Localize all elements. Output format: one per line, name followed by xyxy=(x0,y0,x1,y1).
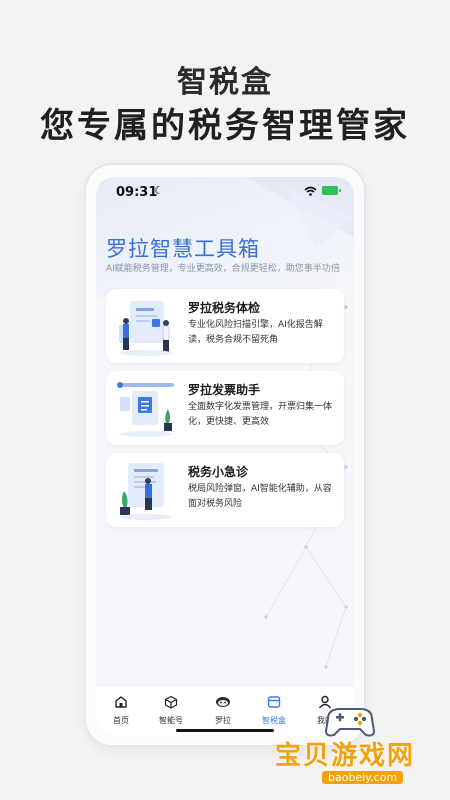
battery-icon xyxy=(322,186,341,195)
card-title: 罗拉税务体检 xyxy=(188,301,261,315)
cube-icon xyxy=(164,695,178,709)
tab-label: 智能号 xyxy=(159,716,183,725)
phone-mockup: 09:31 ☾ 罗拉智慧工具箱 AI赋能税务管理，专业更高效，合规更轻松，助您事… xyxy=(86,165,364,745)
watermark-url: baobeiy.com xyxy=(322,771,404,784)
card-tax-checkup[interactable]: 罗拉税务体检 专业化风险扫描引擎，AI化报告解读，税务合规不留死角 xyxy=(106,289,344,363)
home-icon xyxy=(115,696,127,708)
app-subtitle: AI赋能税务管理，专业更高效，合规更轻松，助您事半功倍 xyxy=(106,264,340,274)
tax-emergency-illustration-icon xyxy=(120,463,172,520)
tax-checkup-illustration-icon xyxy=(119,301,172,356)
tab-luola[interactable]: 罗拉 xyxy=(198,694,248,726)
status-time: 09:31 xyxy=(116,185,158,200)
tab-home[interactable]: 首页 xyxy=(96,694,146,726)
moon-icon: ☾ xyxy=(154,184,164,197)
invoice-illustration-icon xyxy=(117,382,174,437)
card-invoice-assistant[interactable]: 罗拉发票助手 全面数字化发票管理，开票归集一体化，更快捷、更高效 xyxy=(106,371,344,445)
tab-label: 首页 xyxy=(113,716,129,725)
watermark: 宝贝游戏网 baobeiy.com xyxy=(270,705,450,800)
tab-smart-account[interactable]: 智能号 xyxy=(146,694,196,726)
gamepad-icon xyxy=(324,708,376,737)
mascot-icon xyxy=(216,697,230,707)
app-screen: 09:31 ☾ 罗拉智慧工具箱 AI赋能税务管理，专业更高效，合规更轻松，助您事… xyxy=(96,177,354,735)
app-title: 罗拉智慧工具箱 xyxy=(106,237,260,261)
hero-subtitle: 您专属的税务智理管家 xyxy=(40,106,410,146)
card-title: 罗拉发票助手 xyxy=(188,383,261,397)
card-description: 专业化风险扫描引擎，AI化报告解读，税务合规不留死角 xyxy=(188,320,323,345)
card-description: 全面数字化发票管理，开票归集一体化，更快捷、更高效 xyxy=(188,402,333,427)
wifi-icon xyxy=(304,186,317,196)
card-tax-emergency[interactable]: 税务小急诊 税局风险弹窗，AI智能化辅助，从容面对税务风险 xyxy=(106,453,344,527)
watermark-text: 宝贝游戏网 xyxy=(275,741,416,771)
home-indicator xyxy=(176,729,274,732)
tab-label: 罗拉 xyxy=(215,716,231,725)
card-description: 税局风险弹窗，AI智能化辅助，从容面对税务风险 xyxy=(188,484,332,509)
card-title: 税务小急诊 xyxy=(188,465,249,479)
status-bar: 09:31 ☾ xyxy=(96,177,354,205)
hero-title: 智税盒 xyxy=(177,65,273,100)
